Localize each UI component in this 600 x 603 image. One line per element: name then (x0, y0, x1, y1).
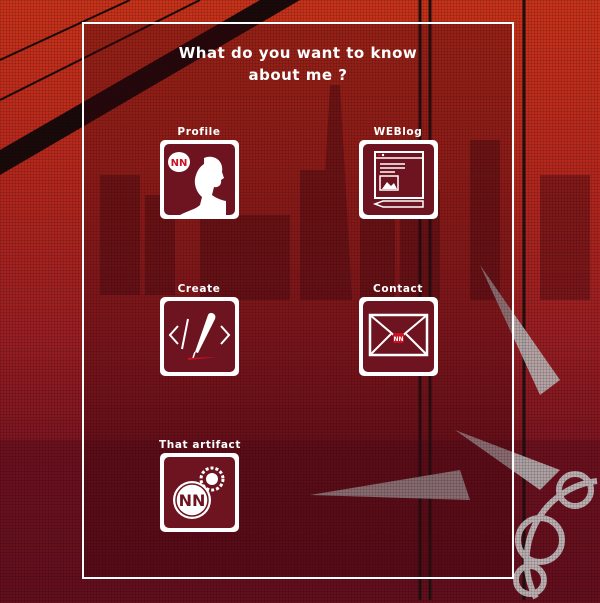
svg-text:NN: NN (170, 158, 187, 169)
svg-text:NN: NN (178, 491, 205, 510)
svg-text:NN: NN (393, 336, 403, 343)
menu-item-contact[interactable]: Contact NN (358, 283, 438, 376)
emblem-gear-icon: NN (172, 466, 224, 519)
envelope-icon: NN (368, 313, 428, 357)
title-line-2: about me ? (248, 66, 348, 84)
item-label: WEBlog (373, 126, 423, 138)
title-line-1: What do you want to know (178, 44, 418, 62)
menu-panel (82, 22, 514, 579)
item-label: Contact (373, 283, 423, 295)
menu-item-that-artifact[interactable]: That artifact NN (159, 439, 241, 532)
browser-window-icon (372, 151, 424, 208)
menu-item-profile[interactable]: Profile NN (159, 126, 239, 219)
code-pen-icon (168, 313, 230, 360)
item-label: Create (177, 283, 221, 295)
menu-item-weblog[interactable]: WEBlog (358, 126, 438, 219)
page-title: What do you want to know about me ? (82, 42, 514, 86)
menu-item-create[interactable]: Create (159, 283, 239, 376)
item-label: Profile (177, 126, 221, 138)
item-label: That artifact (159, 439, 241, 451)
profile-silhouette-icon: NN (167, 152, 226, 215)
